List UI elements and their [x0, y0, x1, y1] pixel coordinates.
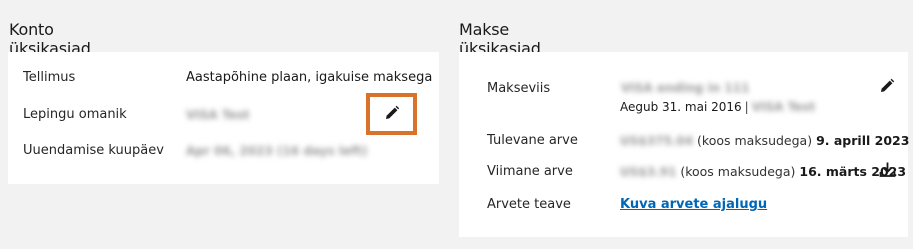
pencil-icon — [879, 78, 895, 98]
expiry-text: Aegub 31. mai 2016 — [620, 100, 742, 114]
last-invoice-value: US$3.91 (koos maksudega) 16. märts 2023 — [620, 164, 906, 179]
payment-method-label: Makseviis — [487, 81, 551, 96]
card-holder-name: VISA Test — [751, 100, 816, 114]
next-invoice-amount: US$375.04 — [620, 134, 694, 148]
last-invoice-amount: US$3.91 — [620, 165, 677, 179]
subscription-label: Tellimus — [23, 70, 76, 85]
contract-owner-label: Lepingu omanik — [23, 107, 127, 122]
payment-expiry: Aegub 31. mai 2016 | VISA Test — [620, 100, 815, 114]
download-icon — [879, 161, 896, 182]
payment-details-card: Makseviis VISA ending in 111 Aegub 31. m… — [459, 52, 909, 237]
expiry-separator: | — [744, 100, 749, 114]
edit-owner-button[interactable] — [382, 105, 402, 125]
next-invoice-tax-note: (koos maksudega) — [697, 133, 813, 148]
pencil-icon — [384, 105, 400, 125]
subscription-value: Aastapõhine plaan, igakuise maksega — [186, 70, 433, 85]
next-invoice-date: 9. aprill 2023 — [816, 133, 910, 148]
last-invoice-tax-note: (koos maksudega) — [680, 164, 796, 179]
last-invoice-label: Viimane arve — [487, 164, 573, 179]
edit-payment-button[interactable] — [877, 78, 897, 98]
renewal-date-value: Apr 06, 2023 (16 days left) — [186, 144, 368, 158]
contract-owner-value: VISA Test — [186, 108, 250, 122]
account-details-card: Tellimus Aastapõhine plaan, igakuise mak… — [8, 52, 439, 184]
payment-method-value: VISA ending in 111 — [621, 81, 750, 95]
download-invoice-button[interactable] — [877, 161, 897, 181]
renewal-date-label: Uuendamise kuupäev — [23, 143, 164, 158]
next-invoice-label: Tulevane arve — [487, 133, 578, 148]
billing-history-link[interactable]: Kuva arvete ajalugu — [620, 197, 767, 212]
billing-info-label: Arvete teave — [487, 197, 571, 212]
next-invoice-value: US$375.04 (koos maksudega) 9. aprill 202… — [620, 133, 909, 148]
